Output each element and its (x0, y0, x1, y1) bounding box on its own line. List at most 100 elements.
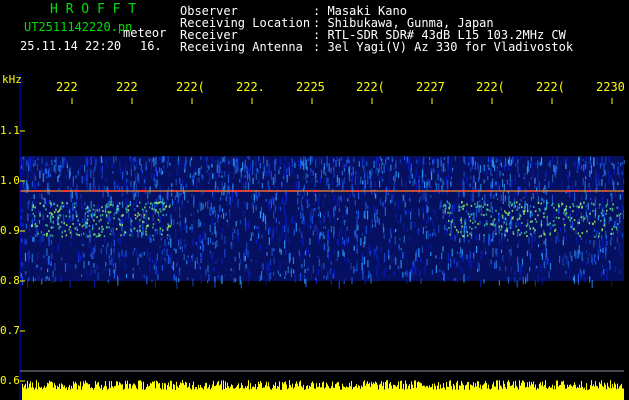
signal-speck (485, 213, 488, 216)
carrier-speck (246, 190, 249, 192)
noise-speck (230, 157, 233, 165)
noise-speck (198, 167, 200, 176)
noise-speck (294, 269, 296, 275)
noise-speck (346, 257, 348, 264)
noise-speck (509, 183, 511, 187)
noise-speck (543, 276, 545, 283)
noise-speck (600, 249, 602, 252)
noise-speck (495, 181, 497, 186)
noise-speck (577, 219, 579, 229)
noise-speck (266, 170, 269, 177)
noise-speck (509, 173, 511, 183)
amplitude-bar (142, 389, 143, 400)
amplitude-bar (562, 381, 563, 400)
noise-speck (514, 277, 516, 283)
noise-speck (61, 213, 63, 218)
noise-speck (23, 238, 25, 246)
noise-speck (369, 250, 371, 256)
noise-speck (510, 266, 512, 273)
noise-speck (320, 169, 323, 175)
amplitude-bar (161, 389, 162, 400)
amplitude-bar (616, 389, 617, 400)
amplitude-bar (377, 384, 378, 400)
amplitude-bar (216, 384, 217, 400)
noise-speck (368, 270, 370, 277)
noise-speck (149, 234, 151, 243)
noise-speck (534, 185, 536, 189)
signal-speck (85, 207, 87, 210)
noise-speck (433, 168, 435, 173)
noise-speck (148, 158, 150, 162)
signal-speck (572, 205, 575, 207)
noise-speck (153, 177, 155, 182)
signal-speck (76, 228, 79, 231)
noise-speck (404, 156, 406, 161)
noise-speck (46, 276, 48, 279)
signal-speck (69, 231, 72, 234)
signal-speck (162, 229, 164, 232)
amplitude-bar (238, 383, 239, 400)
amplitude-bar (509, 382, 510, 400)
noise-speck (405, 181, 407, 189)
amplitude-bar (355, 385, 356, 400)
carrier-speck (265, 190, 268, 192)
amplitude-bar (498, 389, 499, 400)
noise-speck (443, 163, 445, 172)
amplitude-bar (136, 388, 137, 400)
noise-speck (324, 211, 326, 220)
signal-speck (442, 205, 445, 208)
noise-speck (27, 252, 29, 255)
noise-speck (25, 160, 27, 166)
noise-speck (606, 267, 608, 273)
noise-speck (178, 278, 180, 283)
noise-speck (342, 157, 344, 162)
noise-speck (174, 229, 177, 233)
noise-speck (237, 198, 239, 208)
noise-speck (332, 180, 334, 185)
noise-speck (271, 234, 273, 242)
noise-speck (623, 178, 625, 184)
noise-speck (86, 220, 88, 229)
signal-speck (572, 203, 574, 205)
noise-speck (499, 163, 502, 166)
noise-speck (213, 267, 215, 272)
signal-speck (98, 227, 101, 230)
noise-speck (279, 273, 281, 277)
amplitude-bar (152, 381, 153, 400)
signal-speck (509, 201, 512, 204)
noise-speck (263, 156, 265, 164)
noise-speck (284, 276, 286, 279)
amplitude-bar (330, 388, 331, 400)
noise-speck (305, 197, 308, 203)
amplitude-bar (51, 381, 52, 400)
signal-speck (49, 234, 52, 237)
noise-speck (435, 232, 437, 237)
noise-speck (86, 184, 88, 191)
amplitude-bar (345, 387, 346, 400)
noise-speck (105, 158, 107, 164)
noise-speck (602, 192, 604, 196)
noise-speck (22, 160, 24, 163)
amplitude-bar (589, 389, 590, 400)
noise-speck (553, 164, 555, 172)
amplitude-bar (555, 389, 556, 400)
noise-speck (531, 160, 533, 169)
noise-speck (141, 252, 143, 258)
noise-speck (154, 279, 156, 288)
amplitude-bar (255, 384, 256, 400)
noise-speck (445, 220, 447, 224)
noise-speck (202, 191, 204, 195)
noise-speck (615, 217, 617, 226)
noise-speck (408, 210, 410, 214)
noise-speck (297, 174, 299, 180)
amplitude-bar (401, 380, 402, 400)
amplitude-bar (275, 382, 276, 400)
signal-speck (110, 203, 112, 206)
amplitude-bar (466, 384, 467, 400)
carrier-speck (206, 190, 208, 192)
amplitude-bar (109, 381, 110, 400)
noise-speck (45, 201, 48, 206)
signal-speck (99, 234, 101, 237)
noise-speck (370, 180, 372, 189)
noise-speck (492, 178, 494, 188)
